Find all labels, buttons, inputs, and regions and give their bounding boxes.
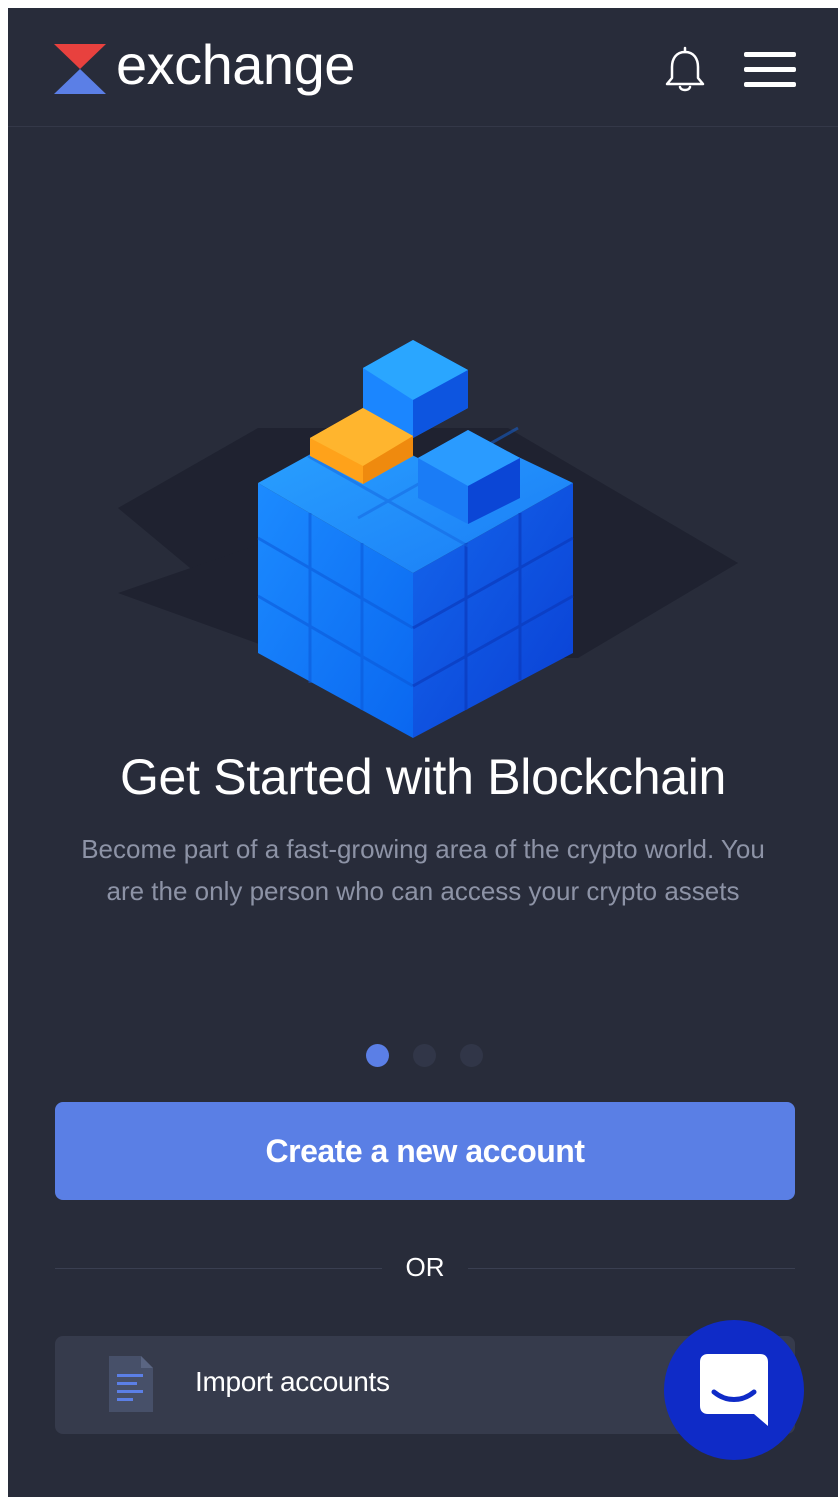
chat-launcher-button[interactable] xyxy=(664,1320,804,1460)
top-header: exchange xyxy=(8,8,838,127)
carousel-indicator xyxy=(364,1044,494,1068)
menu-bar xyxy=(744,67,796,72)
or-label: OR xyxy=(405,1252,445,1282)
create-account-button[interactable]: Create a new account xyxy=(55,1102,795,1200)
menu-bar xyxy=(744,52,796,57)
import-accounts-label: Import accounts xyxy=(195,1366,390,1397)
menu-bar xyxy=(744,82,796,87)
blockchain-cube-icon xyxy=(118,340,738,738)
hamburger-menu-icon[interactable] xyxy=(742,48,798,92)
or-divider: OR xyxy=(55,1248,795,1288)
bell-icon[interactable] xyxy=(660,46,710,96)
brand-name: exchange xyxy=(116,33,355,96)
exchange-logo-icon xyxy=(54,44,106,94)
carousel-dot[interactable] xyxy=(460,1044,483,1067)
document-icon xyxy=(109,1356,153,1412)
hero-title: Get Started with Blockchain xyxy=(119,749,727,805)
carousel-dot[interactable] xyxy=(413,1044,436,1067)
hero-subtitle: Become part of a fast-growing area of th… xyxy=(81,834,765,906)
chat-bubble-icon xyxy=(700,1354,768,1426)
app-screen: exchange Get Started with Blockchain Bec… xyxy=(8,8,838,1497)
carousel-dot-active[interactable] xyxy=(366,1044,389,1067)
